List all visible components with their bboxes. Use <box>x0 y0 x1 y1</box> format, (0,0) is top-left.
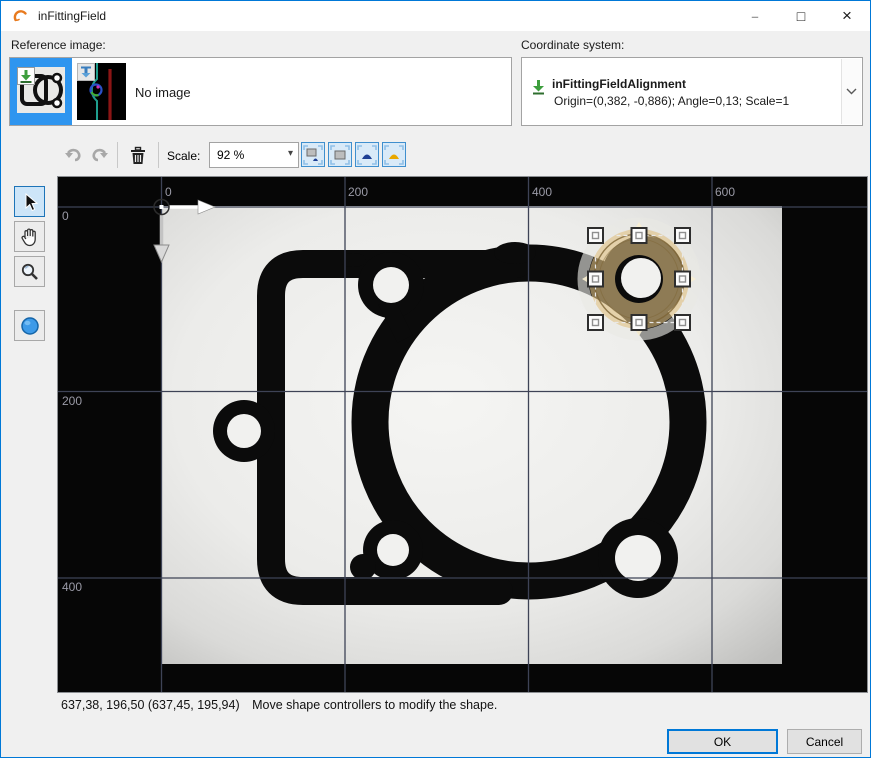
circle-shape-tool-button[interactable] <box>14 310 45 341</box>
reference-thumbnail-profile[interactable] <box>77 63 126 120</box>
ruler-top-200: 200 <box>348 185 368 199</box>
pointer-icon <box>21 192 39 212</box>
coordinate-system-label: Coordinate system: <box>521 38 624 52</box>
ruler-top-600: 600 <box>715 185 735 199</box>
ruler-left-400: 400 <box>62 580 82 594</box>
fit-image-shape-icon <box>303 145 323 165</box>
fit-selection-button[interactable] <box>382 142 406 167</box>
minimize-button[interactable]: – <box>732 1 778 31</box>
window-title: inFittingField <box>38 9 106 23</box>
shape-handle[interactable] <box>632 228 647 243</box>
dropdown-arrow-icon[interactable]: ▾ <box>288 148 293 159</box>
reference-image-box: No image <box>9 57 512 126</box>
ok-button[interactable]: OK <box>667 729 778 754</box>
coordinate-system-name: inFittingFieldAlignment <box>552 77 789 91</box>
shape-handle[interactable] <box>588 272 603 287</box>
ruler-top-0: 0 <box>165 185 172 199</box>
redo-icon <box>90 147 109 163</box>
undo-button[interactable] <box>61 143 85 167</box>
reference-image-label: Reference image: <box>11 38 106 52</box>
canvas-view[interactable]: 0 200 400 600 0 200 400 <box>58 177 867 692</box>
redo-button[interactable] <box>87 143 111 167</box>
fit-image-button[interactable] <box>328 142 352 167</box>
fit-image-icon <box>330 145 350 165</box>
coordinate-system-details: Origin=(0,382, -0,886); Angle=0,13; Scal… <box>554 94 789 108</box>
no-image-label: No image <box>135 85 191 100</box>
ruler-top-400: 400 <box>532 185 552 199</box>
shape-handle[interactable] <box>632 315 647 330</box>
delete-shape-button[interactable] <box>125 142 151 168</box>
status-bar: 637,38, 196,50 (637,45, 195,94) Move sha… <box>61 698 497 712</box>
scale-combobox[interactable]: 92 % ▾ <box>209 142 299 168</box>
fit-selection-icon <box>384 145 404 165</box>
scale-value: 92 % <box>217 148 244 162</box>
import-image-icon <box>17 67 35 85</box>
select-tool-button[interactable] <box>14 186 45 217</box>
toolbar-separator <box>117 142 118 168</box>
hand-icon <box>20 227 39 247</box>
canvas-viewport[interactable]: 0 200 400 600 0 200 400 <box>57 176 868 693</box>
dialog-window: inFittingField – □ × Reference image: <box>0 0 871 758</box>
cancel-button[interactable]: Cancel <box>787 729 862 754</box>
ruler-left-200: 200 <box>62 394 82 408</box>
circle-tool-icon <box>20 316 40 336</box>
coordinate-system-combobox[interactable]: inFittingFieldAlignment Origin=(0,382, -… <box>521 57 863 126</box>
import-alignment-icon <box>531 79 546 96</box>
cursor-coordinates: 637,38, 196,50 (637,45, 195,94) <box>61 698 240 712</box>
undo-icon <box>64 147 83 163</box>
magnifier-icon <box>20 262 39 281</box>
close-button[interactable]: × <box>824 1 870 31</box>
zoom-tool-button[interactable] <box>14 256 45 287</box>
shape-handle[interactable] <box>588 315 603 330</box>
scale-label: Scale: <box>167 149 200 163</box>
fit-shape-button[interactable] <box>355 142 379 167</box>
status-hint: Move shape controllers to modify the sha… <box>252 698 497 712</box>
shape-handle[interactable] <box>588 228 603 243</box>
shape-handle[interactable] <box>675 272 690 287</box>
toolbar-separator <box>158 142 159 168</box>
shape-handle[interactable] <box>675 228 690 243</box>
fit-shape-icon <box>357 145 377 165</box>
shape-handle[interactable] <box>675 315 690 330</box>
fit-image-and-shape-button[interactable] <box>301 142 325 167</box>
title-bar: inFittingField – □ × <box>1 1 870 31</box>
app-logo-icon <box>12 8 29 25</box>
assign-profile-icon <box>77 63 95 81</box>
reference-thumbnail-selected[interactable] <box>10 58 72 125</box>
maximize-button[interactable]: □ <box>778 1 824 31</box>
chevron-down-icon[interactable] <box>841 59 861 124</box>
ruler-left-0: 0 <box>62 209 69 223</box>
trash-icon <box>130 146 146 165</box>
pan-tool-button[interactable] <box>14 221 45 252</box>
